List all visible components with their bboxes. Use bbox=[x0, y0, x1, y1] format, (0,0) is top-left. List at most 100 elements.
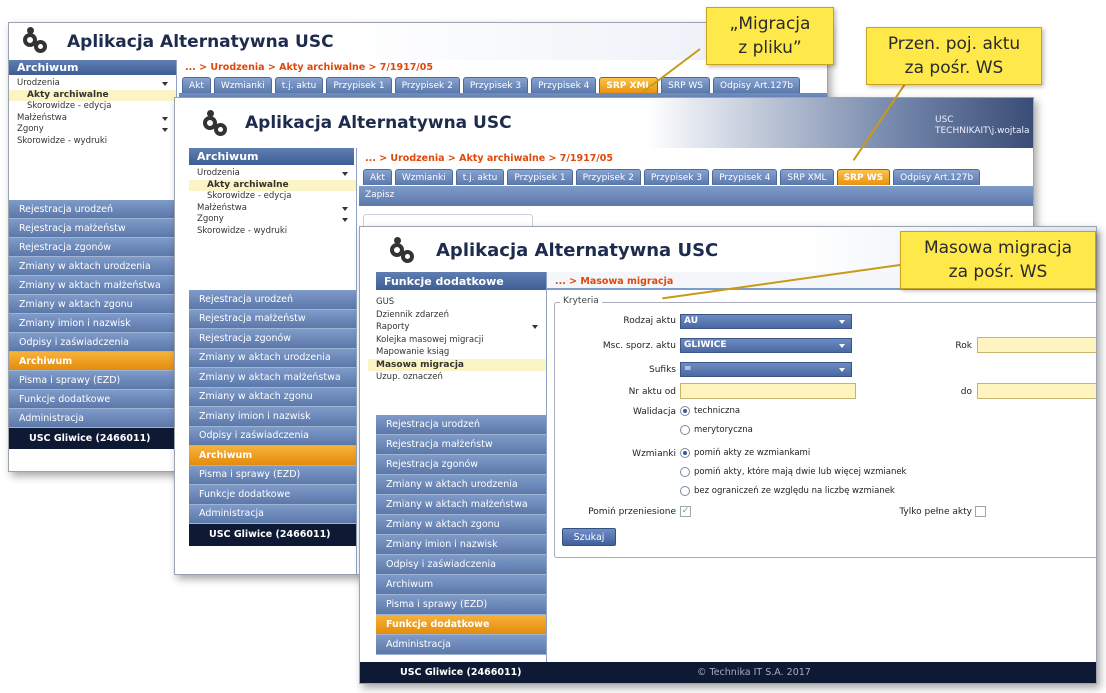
sidebar: Archiwum Urodzenia Akty archiwalne Skorowi… bbox=[175, 148, 357, 574]
tree-item-raporty[interactable]: Raporty bbox=[368, 321, 546, 334]
tree-item-zgony[interactable]: Zgony bbox=[9, 124, 176, 136]
sufiks-select[interactable]: = bbox=[680, 362, 852, 377]
tab-t-j-aktu[interactable]: t.j. aktu bbox=[274, 77, 324, 93]
search-button[interactable]: Szukaj bbox=[562, 528, 616, 546]
rodzaj-select[interactable]: AU bbox=[680, 314, 852, 329]
nav-archiwum[interactable]: Archiwum bbox=[376, 575, 546, 595]
nav-odpisy-i-zaswiadczenia[interactable]: Odpisy i zaświadczenia bbox=[376, 555, 546, 575]
tree-item-kolejka-masowej-migracji[interactable]: Kolejka masowej migracji bbox=[368, 334, 546, 347]
nav-rejestracja-urodzen[interactable]: Rejestracja urodzeń bbox=[189, 290, 356, 310]
nav-rejestracja-malzenstw[interactable]: Rejestracja małżeństw bbox=[9, 219, 176, 238]
tab-odpisy-art-127b[interactable]: Odpisy Art.127b bbox=[713, 77, 801, 93]
tree-item-skorowidze-wydruki[interactable]: Skorowidze - wydruki bbox=[9, 136, 176, 148]
nav-pisma-i-sprawy-ezd[interactable]: Pisma i sprawy (EZD) bbox=[9, 371, 176, 390]
tab-przypisek-4[interactable]: Przypisek 4 bbox=[531, 77, 597, 93]
callout1-line2: z pliku” bbox=[738, 38, 802, 58]
nr-od-input[interactable] bbox=[680, 383, 856, 399]
nav-zmiany-w-aktach-malzenstwa[interactable]: Zmiany w aktach małżeństwa bbox=[9, 276, 176, 295]
nav-rejestracja-zgonow[interactable]: Rejestracja zgonów bbox=[189, 329, 356, 349]
sidebar-tree: Urodzenia Akty archiwalne Skorowidze - edy… bbox=[189, 165, 356, 237]
nav-odpisy-i-zaswiadczenia[interactable]: Odpisy i zaświadczenia bbox=[189, 426, 356, 446]
tab-srp-ws[interactable]: SRP WS bbox=[836, 169, 891, 185]
nav-zmiany-w-aktach-zgonu[interactable]: Zmiany w aktach zgonu bbox=[189, 387, 356, 407]
nav-pisma-i-sprawy-ezd[interactable]: Pisma i sprawy (EZD) bbox=[189, 465, 356, 485]
nav-zmiany-w-aktach-urodzenia[interactable]: Zmiany w aktach urodzenia bbox=[189, 348, 356, 368]
tab-akt[interactable]: Akt bbox=[363, 169, 392, 185]
walidacja-techniczna-radio[interactable]: techniczna bbox=[680, 406, 740, 416]
tree-item-malzenstwa[interactable]: Małżeństwa bbox=[189, 203, 356, 215]
nav-zmiany-imion-i-nazwisk[interactable]: Zmiany imion i nazwisk bbox=[376, 535, 546, 555]
tree-item-akty-archiwalne[interactable]: Akty archiwalne bbox=[9, 89, 176, 101]
tab-srp-ws[interactable]: SRP WS bbox=[661, 77, 711, 93]
nav-administracja[interactable]: Administracja bbox=[9, 409, 176, 428]
nav-zmiany-w-aktach-malzenstwa[interactable]: Zmiany w aktach małżeństwa bbox=[189, 368, 356, 388]
tree-item-urodzenia[interactable]: Urodzenia bbox=[9, 78, 176, 90]
tab-przypisek-1[interactable]: Przypisek 1 bbox=[507, 169, 573, 185]
callout-przen-poj-aktu: Przen. poj. aktu za pośr. WS bbox=[866, 27, 1042, 85]
tylko-checkbox[interactable] bbox=[975, 506, 986, 517]
nav-rejestracja-malzenstw[interactable]: Rejestracja małżeństw bbox=[376, 435, 546, 455]
nav-rejestracja-urodzen[interactable]: Rejestracja urodzeń bbox=[9, 200, 176, 219]
nav-zmiany-imion-i-nazwisk[interactable]: Zmiany imion i nazwisk bbox=[189, 407, 356, 427]
tree-item-gus[interactable]: GUS bbox=[368, 296, 546, 309]
nav-funkcje-dodatkowe[interactable]: Funkcje dodatkowe bbox=[189, 485, 356, 505]
tab-przypisek-3[interactable]: Przypisek 3 bbox=[462, 77, 529, 93]
nav-rejestracja-urodzen[interactable]: Rejestracja urodzeń bbox=[376, 415, 546, 435]
nav-odpisy-i-zaswiadczenia[interactable]: Odpisy i zaświadczenia bbox=[9, 333, 176, 352]
tab-przypisek-4[interactable]: Przypisek 4 bbox=[712, 169, 778, 185]
tree-item-malzenstwa[interactable]: Małżeństwa bbox=[9, 113, 176, 125]
msc-select[interactable]: GLIWICE bbox=[680, 338, 852, 353]
tree-item-skorowidze-edycja[interactable]: Skorowidze - edycja bbox=[189, 191, 356, 203]
copyright: © Technika IT S.A. 2017 bbox=[697, 667, 811, 678]
tab-wzmianki[interactable]: Wzmianki bbox=[394, 169, 453, 185]
do-input[interactable] bbox=[977, 383, 1096, 399]
nav-rejestracja-zgonow[interactable]: Rejestracja zgonów bbox=[9, 238, 176, 257]
tree-item-mapowanie-ksiag[interactable]: Mapowanie ksiąg bbox=[368, 346, 546, 359]
nav-rejestracja-malzenstw[interactable]: Rejestracja małżeństw bbox=[189, 309, 356, 329]
tree-item-zgony[interactable]: Zgony bbox=[189, 214, 356, 226]
save-button[interactable]: Zapisz bbox=[365, 190, 394, 200]
nav-archiwum[interactable]: Archiwum bbox=[189, 446, 356, 466]
rok-input[interactable] bbox=[977, 337, 1096, 353]
nav-funkcje-dodatkowe[interactable]: Funkcje dodatkowe bbox=[376, 615, 546, 635]
nav-zmiany-w-aktach-malzenstwa[interactable]: Zmiany w aktach małżeństwa bbox=[376, 495, 546, 515]
radio-label: pomiń akty ze wzmiankami bbox=[694, 448, 811, 458]
tree-item-akty-archiwalne[interactable]: Akty archiwalne bbox=[189, 179, 356, 191]
nav-administracja[interactable]: Administracja bbox=[376, 635, 546, 655]
pomin-checkbox[interactable]: ✓ bbox=[680, 506, 691, 517]
tab-t-j-aktu[interactable]: t.j. aktu bbox=[455, 169, 505, 185]
wzmianki-opt1-radio[interactable]: pomiń akty ze wzmiankami bbox=[680, 448, 810, 458]
tab-przypisek-2[interactable]: Przypisek 2 bbox=[394, 77, 460, 93]
nav-zmiany-imion-i-nazwisk[interactable]: Zmiany imion i nazwisk bbox=[9, 314, 176, 333]
nav-administracja[interactable]: Administracja bbox=[189, 504, 356, 524]
tree-item-urodzenia[interactable]: Urodzenia bbox=[189, 168, 356, 180]
nav-pisma-i-sprawy-ezd[interactable]: Pisma i sprawy (EZD) bbox=[376, 595, 546, 615]
tab-odpisy-art-127b[interactable]: Odpisy Art.127b bbox=[893, 169, 981, 185]
tab-przypisek-3[interactable]: Przypisek 3 bbox=[643, 169, 710, 185]
nav-zmiany-w-aktach-urodzenia[interactable]: Zmiany w aktach urodzenia bbox=[9, 257, 176, 276]
tab-wzmianki[interactable]: Wzmianki bbox=[213, 77, 272, 93]
app-logo-icon bbox=[23, 27, 53, 55]
nav-zmiany-w-aktach-zgonu[interactable]: Zmiany w aktach zgonu bbox=[376, 515, 546, 535]
tab-srp-xml[interactable]: SRP XML bbox=[780, 169, 834, 185]
tree-item-uzup-oznaczen[interactable]: Uzup. oznaczeń bbox=[368, 371, 546, 384]
radio-label: bez ograniczeń ze względu na liczbę wzmi… bbox=[694, 486, 895, 496]
tab-przypisek-2[interactable]: Przypisek 2 bbox=[575, 169, 641, 185]
tree-item-masowa-migracja[interactable]: Masowa migracja bbox=[368, 358, 546, 371]
app-logo-icon bbox=[203, 110, 233, 138]
wzmianki-opt2-radio[interactable]: pomiń akty, które mają dwie lub więcej w… bbox=[680, 467, 906, 477]
tree-item-dziennik-zdarzen[interactable]: Dziennik zdarzeń bbox=[368, 309, 546, 322]
footer-org: USC Gliwice (2466011) bbox=[189, 524, 356, 546]
tab-akt[interactable]: Akt bbox=[182, 77, 211, 93]
nav-zmiany-w-aktach-urodzenia[interactable]: Zmiany w aktach urodzenia bbox=[376, 475, 546, 495]
wzmianki-opt3-radio[interactable]: bez ograniczeń ze względu na liczbę wzmi… bbox=[680, 486, 895, 496]
walidacja-merytoryczna-radio[interactable]: merytoryczna bbox=[680, 425, 753, 435]
tree-item-skorowidze-wydruki[interactable]: Skorowidze - wydruki bbox=[189, 226, 356, 238]
radio-dot-icon bbox=[680, 467, 690, 477]
nav-zmiany-w-aktach-zgonu[interactable]: Zmiany w aktach zgonu bbox=[9, 295, 176, 314]
tree-item-skorowidze-edycja[interactable]: Skorowidze - edycja bbox=[9, 101, 176, 113]
tab-przypisek-1[interactable]: Przypisek 1 bbox=[326, 77, 392, 93]
nav-rejestracja-zgonow[interactable]: Rejestracja zgonów bbox=[376, 455, 546, 475]
nav-archiwum[interactable]: Archiwum bbox=[9, 352, 176, 371]
nav-funkcje-dodatkowe[interactable]: Funkcje dodatkowe bbox=[9, 390, 176, 409]
